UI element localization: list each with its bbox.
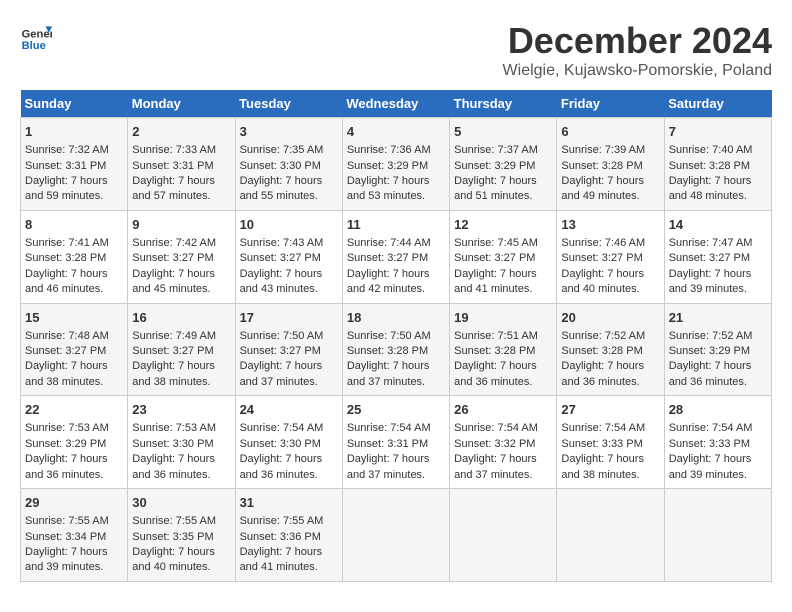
cell-dec-25: 25 Sunrise: 7:54 AMSunset: 3:31 PMDaylig…: [342, 396, 449, 489]
cell-dec-1: 1 Sunrise: 7:32 AMSunset: 3:31 PMDayligh…: [21, 118, 128, 211]
cell-empty-3: [557, 489, 664, 582]
cell-dec-31: 31 Sunrise: 7:55 AMSunset: 3:36 PMDaylig…: [235, 489, 342, 582]
svg-text:Blue: Blue: [22, 40, 46, 52]
cell-dec-30: 30 Sunrise: 7:55 AMSunset: 3:35 PMDaylig…: [128, 489, 235, 582]
cell-dec-4: 4 Sunrise: 7:36 AMSunset: 3:29 PMDayligh…: [342, 118, 449, 211]
week-row-4: 22 Sunrise: 7:53 AMSunset: 3:29 PMDaylig…: [21, 396, 772, 489]
subtitle: Wielgie, Kujawsko-Pomorskie, Poland: [503, 62, 772, 80]
logo-icon: General Blue: [20, 20, 52, 52]
week-row-5: 29 Sunrise: 7:55 AMSunset: 3:34 PMDaylig…: [21, 489, 772, 582]
header-monday: Monday: [128, 90, 235, 118]
header-tuesday: Tuesday: [235, 90, 342, 118]
cell-dec-5: 5 Sunrise: 7:37 AMSunset: 3:29 PMDayligh…: [450, 118, 557, 211]
title-area: December 2024 Wielgie, Kujawsko-Pomorski…: [503, 20, 772, 80]
calendar-table: Sunday Monday Tuesday Wednesday Thursday…: [20, 90, 772, 582]
header-friday: Friday: [557, 90, 664, 118]
cell-empty-4: [664, 489, 771, 582]
cell-dec-10: 10 Sunrise: 7:43 AMSunset: 3:27 PMDaylig…: [235, 210, 342, 303]
cell-dec-13: 13 Sunrise: 7:46 AMSunset: 3:27 PMDaylig…: [557, 210, 664, 303]
cell-dec-20: 20 Sunrise: 7:52 AMSunset: 3:28 PMDaylig…: [557, 303, 664, 396]
cell-dec-16: 16 Sunrise: 7:49 AMSunset: 3:27 PMDaylig…: [128, 303, 235, 396]
cell-dec-19: 19 Sunrise: 7:51 AMSunset: 3:28 PMDaylig…: [450, 303, 557, 396]
week-row-3: 15 Sunrise: 7:48 AMSunset: 3:27 PMDaylig…: [21, 303, 772, 396]
week-row-1: 1 Sunrise: 7:32 AMSunset: 3:31 PMDayligh…: [21, 118, 772, 211]
cell-dec-27: 27 Sunrise: 7:54 AMSunset: 3:33 PMDaylig…: [557, 396, 664, 489]
header-thursday: Thursday: [450, 90, 557, 118]
cell-dec-11: 11 Sunrise: 7:44 AMSunset: 3:27 PMDaylig…: [342, 210, 449, 303]
cell-dec-18: 18 Sunrise: 7:50 AMSunset: 3:28 PMDaylig…: [342, 303, 449, 396]
cell-dec-15: 15 Sunrise: 7:48 AMSunset: 3:27 PMDaylig…: [21, 303, 128, 396]
header-wednesday: Wednesday: [342, 90, 449, 118]
cell-dec-21: 21 Sunrise: 7:52 AMSunset: 3:29 PMDaylig…: [664, 303, 771, 396]
day-headers-row: Sunday Monday Tuesday Wednesday Thursday…: [21, 90, 772, 118]
cell-dec-24: 24 Sunrise: 7:54 AMSunset: 3:30 PMDaylig…: [235, 396, 342, 489]
cell-dec-14: 14 Sunrise: 7:47 AMSunset: 3:27 PMDaylig…: [664, 210, 771, 303]
cell-empty-2: [450, 489, 557, 582]
cell-dec-3: 3 Sunrise: 7:35 AMSunset: 3:30 PMDayligh…: [235, 118, 342, 211]
header-sunday: Sunday: [21, 90, 128, 118]
cell-dec-17: 17 Sunrise: 7:50 AMSunset: 3:27 PMDaylig…: [235, 303, 342, 396]
week-row-2: 8 Sunrise: 7:41 AMSunset: 3:28 PMDayligh…: [21, 210, 772, 303]
header: General Blue December 2024 Wielgie, Kuja…: [20, 20, 772, 80]
cell-dec-12: 12 Sunrise: 7:45 AMSunset: 3:27 PMDaylig…: [450, 210, 557, 303]
cell-dec-29: 29 Sunrise: 7:55 AMSunset: 3:34 PMDaylig…: [21, 489, 128, 582]
cell-dec-6: 6 Sunrise: 7:39 AMSunset: 3:28 PMDayligh…: [557, 118, 664, 211]
cell-dec-7: 7 Sunrise: 7:40 AMSunset: 3:28 PMDayligh…: [664, 118, 771, 211]
cell-dec-2: 2 Sunrise: 7:33 AMSunset: 3:31 PMDayligh…: [128, 118, 235, 211]
cell-dec-22: 22 Sunrise: 7:53 AMSunset: 3:29 PMDaylig…: [21, 396, 128, 489]
cell-empty-1: [342, 489, 449, 582]
header-saturday: Saturday: [664, 90, 771, 118]
cell-dec-9: 9 Sunrise: 7:42 AMSunset: 3:27 PMDayligh…: [128, 210, 235, 303]
cell-dec-23: 23 Sunrise: 7:53 AMSunset: 3:30 PMDaylig…: [128, 396, 235, 489]
cell-dec-26: 26 Sunrise: 7:54 AMSunset: 3:32 PMDaylig…: [450, 396, 557, 489]
svg-text:General: General: [22, 29, 52, 41]
logo: General Blue: [20, 20, 52, 52]
cell-dec-8: 8 Sunrise: 7:41 AMSunset: 3:28 PMDayligh…: [21, 210, 128, 303]
main-title: December 2024: [503, 20, 772, 62]
cell-dec-28: 28 Sunrise: 7:54 AMSunset: 3:33 PMDaylig…: [664, 396, 771, 489]
